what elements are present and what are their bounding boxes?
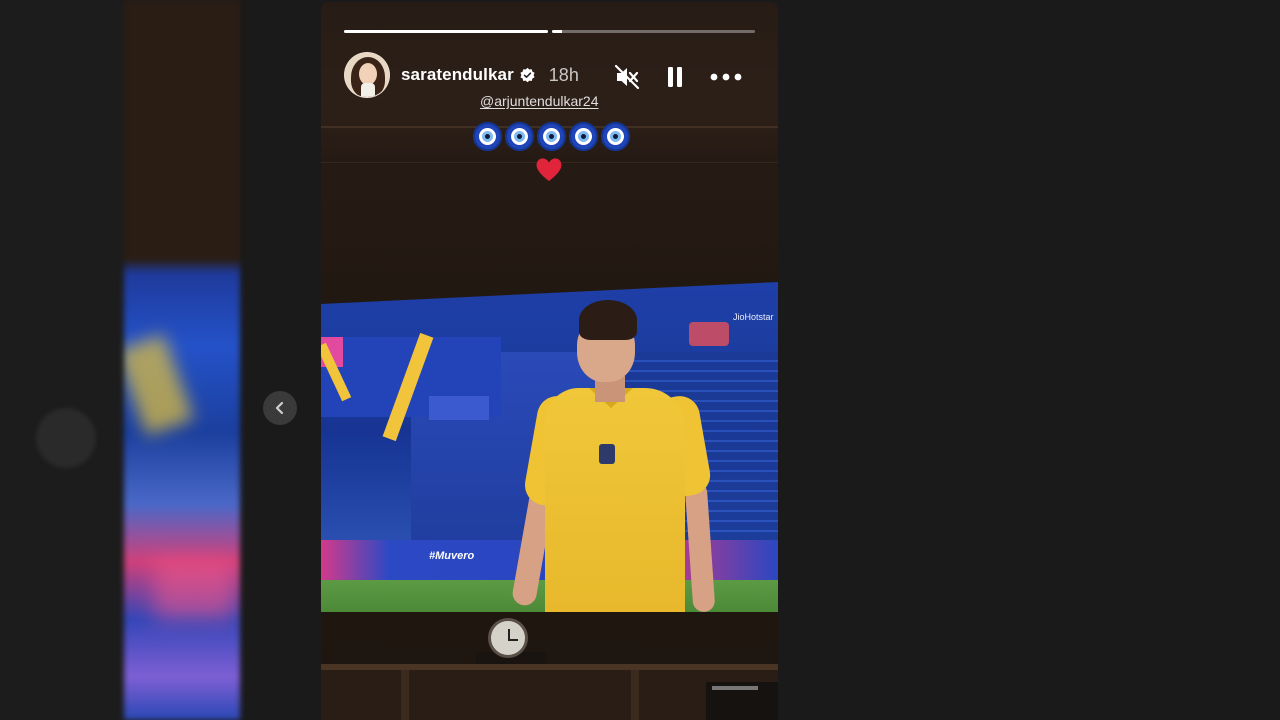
cricketer-figure (510, 296, 716, 612)
story-timestamp: 18h (548, 64, 579, 85)
clock-icon (488, 618, 528, 658)
evil-eye-emoji-icon (569, 122, 598, 151)
story-progress (344, 30, 755, 33)
media-devices (706, 682, 778, 720)
mention-sticker[interactable]: @arjuntendulkar24 (480, 93, 599, 109)
verified-badge-icon (520, 67, 535, 82)
more-options-icon[interactable] (708, 63, 744, 91)
story-header: saratendulkar 18h (344, 51, 755, 99)
progress-segment (344, 30, 548, 33)
username[interactable]: saratendulkar (401, 65, 514, 85)
evil-eye-emoji-icon (505, 122, 534, 151)
chevron-left-icon (275, 401, 284, 415)
evil-eye-emoji-icon (473, 122, 502, 151)
advertising-hoarding-text: #Muvero (429, 550, 475, 562)
pause-icon[interactable] (661, 63, 689, 91)
muted-speaker-icon[interactable] (613, 63, 641, 91)
story-card[interactable]: saratendulkar 18h @arjuntendulkar24 JioH… (321, 2, 778, 720)
avatar[interactable] (344, 52, 390, 98)
previous-story-preview[interactable] (124, 0, 240, 720)
previous-story-button[interactable] (263, 391, 297, 425)
previous-story-avatar (36, 408, 96, 468)
tv-screen-image: JioHotstar #Muvero (321, 282, 778, 612)
broadcast-channel-logo: JioHotstar (733, 312, 774, 322)
evil-eye-emoji-icon (601, 122, 630, 151)
evil-eye-emoji-row (473, 122, 630, 151)
evil-eye-emoji-icon (537, 122, 566, 151)
story-viewer: saratendulkar 18h @arjuntendulkar24 JioH… (0, 0, 1280, 720)
progress-segment (552, 30, 755, 33)
heart-emoji-icon (536, 158, 562, 181)
